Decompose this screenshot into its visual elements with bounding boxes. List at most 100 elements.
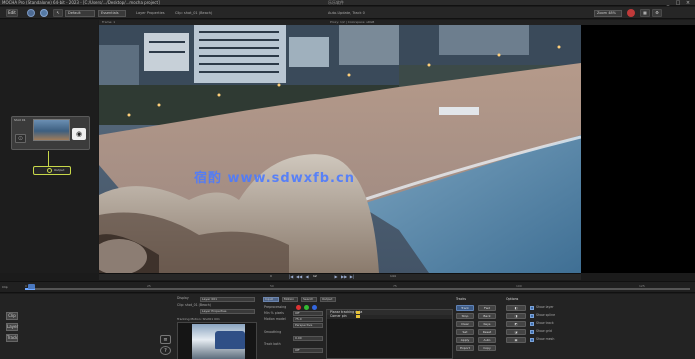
menu-icon[interactable]: ≡	[160, 335, 171, 344]
option-button[interactable]: ◪	[506, 329, 526, 335]
tab-output[interactable]: Output	[320, 297, 336, 302]
node-settings-icon[interactable]: ⊙	[15, 134, 26, 143]
prop-label: Smoothing	[264, 330, 282, 334]
set-button[interactable]: Set	[456, 329, 474, 335]
red-channel-icon[interactable]	[296, 305, 301, 310]
track-button[interactable]: Track	[456, 305, 474, 311]
green-channel-icon[interactable]	[304, 305, 309, 310]
prop-value[interactable]: 75.0	[293, 317, 323, 322]
forward-button[interactable]: ▶▶	[341, 274, 347, 279]
output-port-icon[interactable]	[47, 168, 52, 173]
prop-value[interactable]: Perspective	[293, 323, 323, 328]
option-button[interactable]: ◧	[506, 305, 526, 311]
display-select[interactable]: Layer 001	[200, 297, 255, 302]
clip-panel-icon[interactable]: Clip	[6, 312, 18, 320]
node-wire	[48, 151, 49, 167]
clip-node-thumbnail	[33, 119, 70, 141]
layer-select[interactable]: Layer Properties	[200, 309, 255, 314]
clip-node-label: Shot 01	[14, 118, 26, 122]
redo-icon[interactable]	[40, 9, 48, 17]
prop-value[interactable]: Off	[293, 348, 323, 353]
timeline-tick: 100	[516, 284, 522, 288]
show-grid-checkbox[interactable]	[530, 330, 534, 334]
timeline-tick: 50	[270, 284, 274, 288]
go-start-button[interactable]: |◀	[288, 274, 294, 279]
stop-button[interactable]: Stop	[456, 313, 474, 319]
frame-start: 0	[270, 274, 272, 278]
close-button[interactable]: ×	[684, 0, 692, 6]
step-back-button[interactable]: ◀	[304, 274, 310, 279]
layout-icon[interactable]: ▦	[640, 9, 650, 17]
prop-value[interactable]: 0.00	[293, 336, 323, 341]
timeline	[0, 281, 695, 293]
playhead[interactable]	[28, 284, 35, 289]
show-layer-checkbox[interactable]	[530, 306, 534, 310]
rewind-button[interactable]: ◀◀	[296, 274, 302, 279]
clip-field: Clip: shot_01 (Beach)	[175, 11, 213, 15]
viewer-empty-area	[581, 25, 695, 273]
timeline-track[interactable]	[25, 288, 690, 290]
clip-label: Clip: shot_01 (Beach)	[177, 303, 212, 307]
reset-button[interactable]: Reset	[478, 329, 496, 335]
output-node-label: Output	[54, 168, 65, 172]
playback-bar	[99, 273, 581, 280]
minimize-button[interactable]: _	[664, 0, 672, 6]
viewer-canvas[interactable]: 宿酌 www.sdwxfb.cn	[99, 25, 581, 273]
zoom-select[interactable]: Zoom 48%	[594, 10, 622, 17]
timeline-tick: 25	[147, 284, 151, 288]
prop-label: Motion model	[264, 317, 286, 321]
undo-icon[interactable]	[27, 9, 35, 17]
record-icon[interactable]	[627, 9, 635, 17]
show-mesh-checkbox[interactable]	[530, 338, 534, 342]
auto-button[interactable]: Auto	[478, 337, 496, 343]
status-text: Auto-Update, Track 0	[328, 11, 365, 15]
tab-motion[interactable]: Motion	[282, 297, 298, 302]
maximize-button[interactable]: □	[674, 0, 682, 6]
select-tool-button[interactable]: ↖	[53, 9, 63, 17]
output-node[interactable]	[33, 166, 71, 175]
go-end-button[interactable]: ▶|	[349, 274, 355, 279]
track-forward-button[interactable]: Fwd	[478, 305, 496, 311]
timeline-tick: 125	[639, 284, 645, 288]
preset-select[interactable]: Default	[65, 10, 95, 17]
tracks-title: Tracks	[456, 297, 466, 301]
apply-button[interactable]: Apply	[456, 337, 474, 343]
play-button[interactable]: ▶	[333, 274, 339, 279]
edit-button[interactable]: Edit	[6, 9, 18, 17]
copy-button[interactable]: Copy	[478, 345, 496, 351]
tab-search[interactable]: Search	[301, 297, 317, 302]
option-button[interactable]: ◨	[506, 313, 526, 319]
preview-subject	[215, 331, 245, 349]
show-track-checkbox[interactable]	[530, 322, 534, 326]
option-button[interactable]: ◩	[506, 321, 526, 327]
frame-end: 144	[390, 274, 396, 278]
settings-icon[interactable]: ⚙	[652, 9, 662, 17]
watermark-overlay: 宿酌 www.sdwxfb.cn	[194, 171, 355, 186]
options-title: Options	[506, 297, 519, 301]
timeline-label: Clip	[2, 285, 8, 289]
show-spline-checkbox[interactable]	[530, 314, 534, 318]
keys-button[interactable]: Keys	[478, 321, 496, 327]
title-bar: MOCHA Pro (Standalone) 64-bit - 2023 - […	[0, 0, 695, 6]
keyframe-icon	[356, 315, 360, 318]
option-label: Show layer	[536, 305, 554, 309]
option-button[interactable]: ▣	[506, 337, 526, 343]
layer-panel-icon[interactable]: Layer	[6, 323, 18, 331]
top-watermark: 乐乐软件	[328, 0, 344, 5]
clear-button[interactable]: Clear	[456, 321, 474, 327]
list-item-label: Corner pin	[330, 314, 347, 318]
tab-input[interactable]: Input	[263, 297, 279, 302]
prop-label: Track both	[264, 342, 281, 346]
footage-frame	[99, 25, 581, 273]
blue-channel-icon[interactable]	[312, 305, 317, 310]
prop-value[interactable]: Off	[293, 311, 323, 316]
track-panel-icon[interactable]: Track	[6, 334, 18, 342]
help-icon[interactable]: ?	[160, 346, 171, 355]
prop-label: Min % pixels	[264, 311, 284, 315]
current-frame: 12	[313, 274, 317, 278]
prop-label: Preprocessing	[264, 305, 287, 309]
workspace-select[interactable]: Essentials	[98, 10, 126, 17]
track-back-button[interactable]: Back	[478, 313, 496, 319]
window-title: MOCHA Pro (Standalone) 64-bit - 2023 - […	[2, 0, 160, 5]
export-button[interactable]: Export	[456, 345, 474, 351]
